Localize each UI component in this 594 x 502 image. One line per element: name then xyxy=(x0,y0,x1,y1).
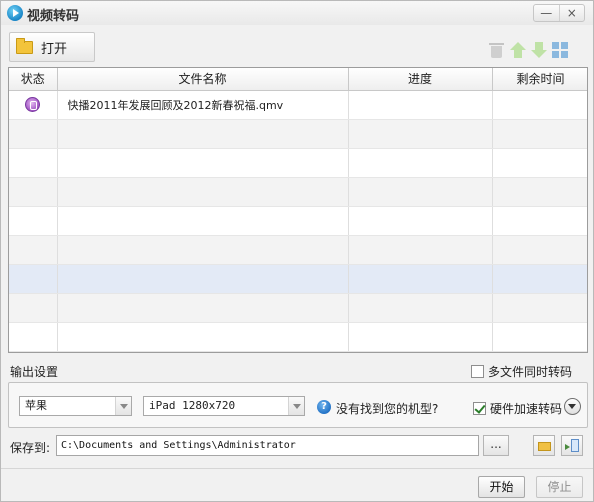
grid-view-icon[interactable] xyxy=(551,41,569,59)
filename-cell: 快播2011年发展回顾及2012新春祝福.qmv xyxy=(57,90,349,120)
header-remaining-time[interactable]: 剩余时间 xyxy=(492,68,587,91)
table-row-empty xyxy=(9,235,587,265)
output-settings-label: 输出设置 xyxy=(10,365,59,379)
open-file-button[interactable]: 打开 xyxy=(9,32,95,62)
stop-button[interactable]: 停止 xyxy=(536,476,583,498)
table-row-empty-highlighted xyxy=(9,264,587,294)
folder-open-icon xyxy=(16,37,33,54)
table-row-empty xyxy=(9,148,587,178)
multi-file-label: 多文件同时转码 xyxy=(488,365,573,379)
file-list-table: 状态 文件名称 进度 剩余时间 快播2011年发展回顾及2012新春祝福.qmv xyxy=(8,67,588,353)
folder-icon xyxy=(538,442,551,451)
table-row-empty xyxy=(9,177,587,207)
output-settings-panel: 苹果 iPad 1280x720 ? 没有找到您的机型? 硬件加速转码 xyxy=(8,382,588,428)
open-button-label: 打开 xyxy=(41,41,68,57)
header-status[interactable]: 状态 xyxy=(9,68,58,91)
window-controls: — × xyxy=(533,4,585,22)
model-select-value: iPad 1280x720 xyxy=(149,399,236,412)
help-icon[interactable]: ? xyxy=(317,400,331,414)
converting-status-icon xyxy=(25,97,41,112)
hw-accel-checkbox-row[interactable]: 硬件加速转码 xyxy=(473,400,562,417)
table-row-empty xyxy=(9,322,587,352)
brand-select-value: 苹果 xyxy=(25,399,47,412)
multi-file-checkbox-row[interactable]: 多文件同时转码 xyxy=(471,363,572,380)
expand-settings-button[interactable] xyxy=(564,398,581,415)
table-row-empty xyxy=(9,206,587,236)
table-row-empty xyxy=(9,293,587,323)
table-header-row: 状态 文件名称 进度 剩余时间 xyxy=(9,68,587,91)
open-output-folder-button[interactable] xyxy=(533,435,555,456)
export-button[interactable] xyxy=(561,435,583,456)
start-button[interactable]: 开始 xyxy=(478,476,525,498)
trash-icon[interactable] xyxy=(488,41,506,59)
close-button[interactable]: × xyxy=(558,5,585,21)
progress-cell xyxy=(348,90,493,120)
table-row[interactable]: 快播2011年发展回顾及2012新春祝福.qmv xyxy=(9,90,587,120)
save-to-label: 保存到: xyxy=(10,441,51,455)
save-path-input[interactable]: C:\Documents and Settings\Administrator xyxy=(56,435,479,456)
table-row-empty xyxy=(9,119,587,149)
window-title: 视频转码 xyxy=(27,9,80,24)
chevron-down-icon[interactable] xyxy=(115,397,131,415)
browse-button[interactable]: ... xyxy=(483,435,509,456)
app-logo-icon xyxy=(7,5,23,21)
device-model-select[interactable]: iPad 1280x720 xyxy=(143,396,305,416)
chevron-down-icon[interactable] xyxy=(288,397,304,415)
move-down-icon[interactable] xyxy=(530,41,548,59)
status-cell xyxy=(9,90,58,120)
arrow-right-icon xyxy=(565,444,570,450)
title-bar[interactable]: 视频转码 — × xyxy=(1,1,593,25)
header-progress[interactable]: 进度 xyxy=(348,68,493,91)
remaining-cell xyxy=(492,90,587,120)
header-filename[interactable]: 文件名称 xyxy=(57,68,349,91)
list-tools xyxy=(488,41,569,59)
hw-accel-checkbox[interactable] xyxy=(473,402,486,415)
video-transcode-window: 视频转码 — × 打开 状态 文件名称 进度 剩余时间 快播2011年发展回顾及… xyxy=(0,0,594,502)
multi-file-checkbox[interactable] xyxy=(471,365,484,378)
device-brand-select[interactable]: 苹果 xyxy=(19,396,132,416)
minimize-button[interactable]: — xyxy=(534,5,559,21)
device-icon xyxy=(571,439,579,452)
bottom-divider xyxy=(1,468,593,469)
hw-accel-label: 硬件加速转码 xyxy=(490,402,563,416)
model-not-found-link[interactable]: 没有找到您的机型? xyxy=(336,400,438,417)
move-up-icon[interactable] xyxy=(509,41,527,59)
